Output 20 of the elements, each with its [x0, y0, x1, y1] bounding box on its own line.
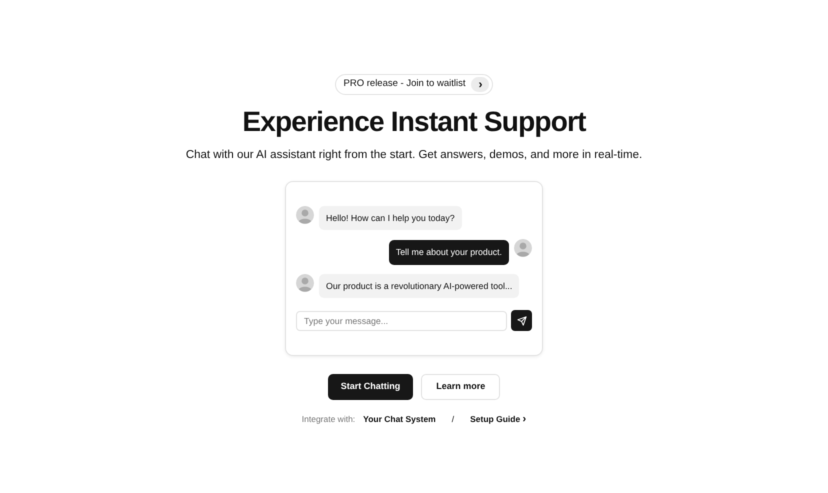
separator: /: [452, 412, 454, 426]
send-icon: [516, 316, 526, 326]
send-button[interactable]: [511, 310, 532, 332]
integration-link[interactable]: Setup Guide ›: [470, 410, 526, 428]
message-bubble: Our product is a revolutionary AI-powered tool...: [319, 274, 520, 298]
start-button[interactable]: Start Chatting: [328, 374, 414, 400]
avatar-icon: [296, 274, 314, 292]
message-bubble: Tell me about your product.: [388, 240, 509, 265]
message-input[interactable]: Type your message...: [296, 310, 507, 331]
learn-more-button[interactable]: Learn more: [421, 374, 500, 400]
chevron-icon: ›: [522, 412, 526, 425]
subtitle: Chat with our AI assistant right from the start. Get answers, demos, and more in real-time.: [184, 148, 644, 163]
avatar-icon: [296, 206, 314, 224]
arrow-icon: ›: [471, 77, 490, 92]
integration-link[interactable]: Your Chat System: [363, 412, 436, 426]
avatar-icon: [514, 239, 532, 258]
integrate-label: Integrate with:: [302, 412, 356, 426]
announcement-link[interactable]: PRO release - Join to waitlist ›: [334, 74, 494, 95]
message-bubble: Hello! How can I help you today?: [319, 206, 462, 230]
page-title: Experience Instant Support: [241, 105, 588, 139]
